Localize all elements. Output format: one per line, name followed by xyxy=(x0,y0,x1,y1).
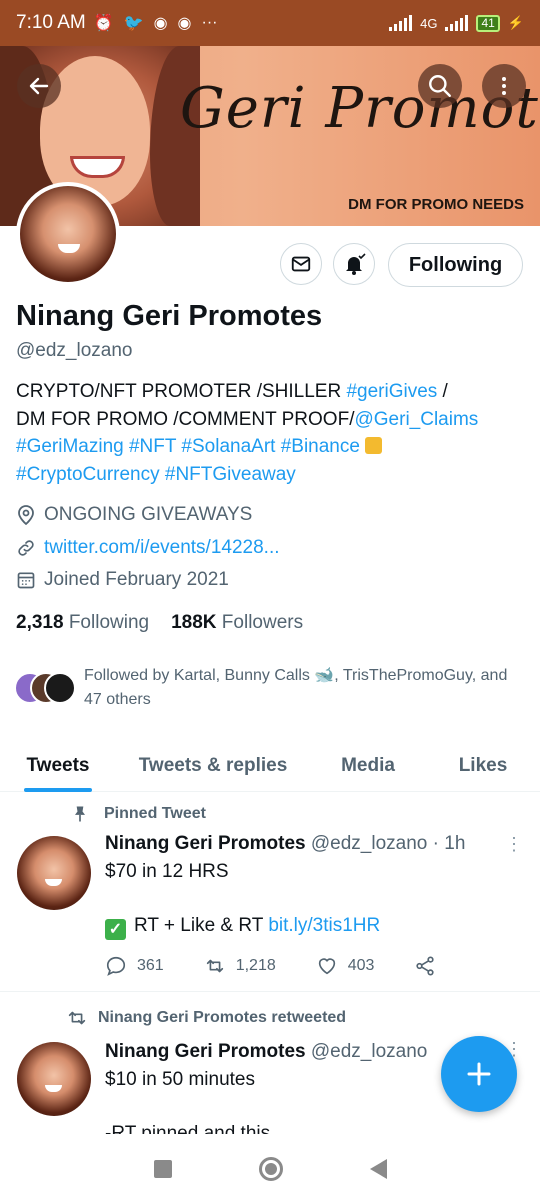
binance-icon xyxy=(365,437,383,454)
status-time: 7:10 AM xyxy=(16,12,86,33)
bell-icon xyxy=(346,253,366,275)
retweet-icon xyxy=(68,1011,86,1025)
tweet-header: Ninang Geri Promotes @edz_lozano xyxy=(105,1041,427,1063)
reply-button[interactable]: 361 xyxy=(105,955,164,977)
tweet-more-icon[interactable]: ⋮ xyxy=(505,834,523,855)
back-button[interactable] xyxy=(17,64,61,108)
retweet-icon xyxy=(206,959,223,973)
like-button[interactable]: 403 xyxy=(316,955,374,977)
chrome-icon-2: ◉ xyxy=(177,15,192,32)
back-arrow-icon xyxy=(29,77,49,95)
hashtag-links-2[interactable]: #CryptoCurrency #NFTGiveaway xyxy=(16,464,296,485)
following-count-link[interactable]: 2,318 Following xyxy=(16,612,149,634)
tab-media[interactable]: Media xyxy=(338,740,398,792)
status-right: 4G 41 ⚡ xyxy=(389,14,524,32)
more-icon xyxy=(502,77,506,95)
compose-tweet-button[interactable] xyxy=(441,1036,517,1112)
signal-icon-2 xyxy=(445,15,469,31)
profile-website[interactable]: twitter.com/i/events/14228... xyxy=(16,537,280,559)
signal-icon xyxy=(389,15,413,31)
tweet-body: $10 in 50 minutes -RT pinned and this xyxy=(105,1069,271,1134)
more-options-button[interactable] xyxy=(482,64,526,108)
follower-avatar xyxy=(44,672,76,704)
tweet-context: Pinned Tweet xyxy=(70,804,206,824)
share-icon xyxy=(416,956,435,976)
followers-count-link[interactable]: 188K Followers xyxy=(171,612,303,634)
message-button[interactable] xyxy=(280,243,322,285)
followed-by[interactable]: Followed by Kartal, Bunny Calls 🐋, TrisT… xyxy=(14,664,526,712)
tweet-author: Ninang Geri Promotes xyxy=(105,833,306,854)
tab-tweets[interactable]: Tweets xyxy=(24,740,92,792)
profile-joined: Joined February 2021 xyxy=(16,569,229,591)
follow-counts: 2,318 Following 188K Followers xyxy=(16,612,303,634)
tweet-avatar[interactable] xyxy=(17,836,91,910)
search-icon xyxy=(429,75,451,97)
twitter-notify-icon: 🐦 xyxy=(123,15,144,32)
compose-icon xyxy=(467,1062,491,1086)
tweet-context: Ninang Geri Promotes retweeted xyxy=(66,1007,346,1029)
charging-icon: ⚡ xyxy=(507,15,524,30)
tweet-body: $70 in 12 HRS ✓ RT + Like & RT bit.ly/3ti… xyxy=(105,861,381,940)
like-icon xyxy=(318,958,335,975)
search-button[interactable] xyxy=(418,64,462,108)
location-icon xyxy=(18,505,34,525)
tweet-avatar[interactable] xyxy=(17,1042,91,1116)
notifications-button[interactable] xyxy=(333,243,375,285)
mention-link[interactable]: @Geri_Claims xyxy=(354,409,478,430)
share-button[interactable] xyxy=(414,955,436,977)
system-nav-bar xyxy=(0,1138,540,1200)
pinned-tweet[interactable]: Pinned Tweet Ninang Geri Promotes @edz_l… xyxy=(0,800,540,992)
tweet-actions: 361 1,218 403 xyxy=(105,955,476,977)
profile-bio: CRYPTO/NFT PROMOTER /SHILLER #geriGives … xyxy=(16,381,479,485)
notification-icons: ⏰ 🐦 ◉ ◉ ··· xyxy=(94,13,218,33)
tab-likes[interactable]: Likes xyxy=(459,740,508,792)
hashtag-link[interactable]: #geriGives xyxy=(346,381,437,402)
profile-avatar[interactable] xyxy=(16,182,120,286)
profile-handle: @edz_lozano xyxy=(16,340,133,361)
profile-name: Ninang Geri Promotes xyxy=(16,300,323,332)
pin-icon xyxy=(75,806,85,822)
check-emoji-icon: ✓ xyxy=(105,919,126,940)
follower-avatars xyxy=(14,664,80,704)
tweet-link[interactable]: bit.ly/3tis1HR xyxy=(268,915,380,936)
retweet-button[interactable]: 1,218 xyxy=(204,955,276,977)
tweet-author: Ninang Geri Promotes xyxy=(105,1041,306,1062)
more-notifications-icon: ··· xyxy=(201,14,218,31)
profile-location: ONGOING GIVEAWAYS xyxy=(16,504,252,526)
link-icon xyxy=(18,540,34,556)
banner-tagline: DM FOR PROMO NEEDS xyxy=(348,196,524,213)
followed-by-text: Followed by Kartal, Bunny Calls 🐋, TrisT… xyxy=(84,667,508,708)
tweet-meta: @edz_lozano · 1h xyxy=(310,833,466,854)
recents-button[interactable] xyxy=(153,1160,172,1178)
hashtag-links[interactable]: #GeriMazing #NFT #SolanaArt #Binance xyxy=(16,436,360,457)
mail-icon xyxy=(291,256,311,272)
calendar-icon xyxy=(17,572,35,589)
chrome-icon: ◉ xyxy=(153,15,168,32)
back-nav-button[interactable] xyxy=(369,1159,387,1179)
home-button[interactable] xyxy=(258,1157,283,1181)
tab-tweets-replies[interactable]: Tweets & replies xyxy=(135,740,291,792)
tweet-meta: @edz_lozano xyxy=(310,1041,428,1062)
profile-tabs: Tweets Tweets & replies Media Likes xyxy=(0,740,540,792)
alarm-icon: ⏰ xyxy=(93,15,114,32)
following-button[interactable]: Following xyxy=(388,243,523,287)
tweet-header: Ninang Geri Promotes @edz_lozano · 1h xyxy=(105,833,465,855)
battery-icon: 41 xyxy=(476,14,500,32)
network-type: 4G xyxy=(420,15,438,31)
reply-icon xyxy=(106,956,126,976)
status-bar: 7:10 AM ⏰ 🐦 ◉ ◉ ··· 4G 41 ⚡ xyxy=(0,0,540,46)
